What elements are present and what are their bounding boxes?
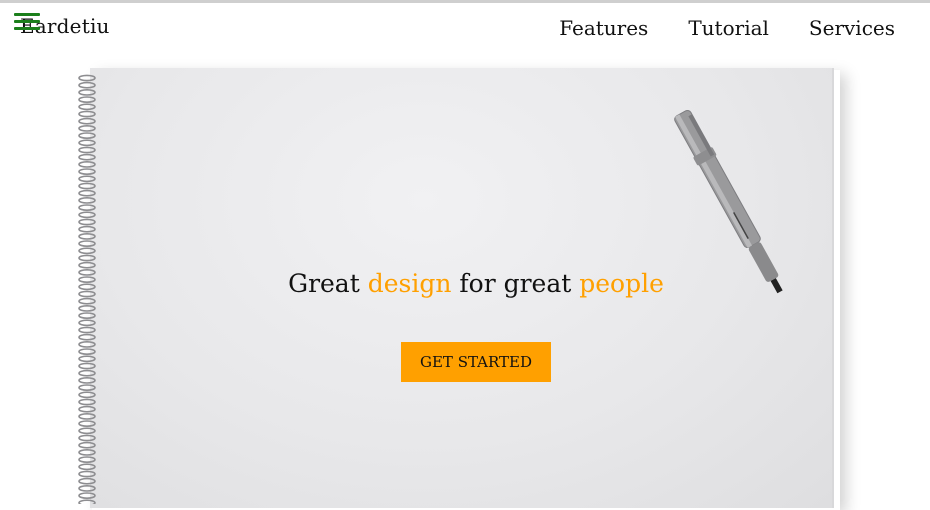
nav-links: Features Tutorial Services: [559, 16, 895, 40]
spiral-coil: [78, 117, 96, 125]
spiral-coil: [78, 204, 96, 211]
spiral-coil: [78, 232, 96, 240]
spiral-coil: [78, 74, 96, 82]
navbar: Eardetiu Features Tutorial Services: [0, 3, 930, 53]
spiral-coil: [78, 125, 96, 132]
spiral-coil: [78, 333, 96, 341]
spiral-coil: [78, 340, 96, 348]
get-started-button[interactable]: GET STARTED: [401, 342, 551, 382]
spiral-coil: [78, 420, 96, 427]
spiral-coil: [78, 247, 96, 255]
spiral-coil: [78, 240, 96, 247]
spiral-coil: [78, 297, 96, 305]
spiral-coil: [78, 261, 96, 269]
spiral-coil: [78, 412, 96, 420]
spiral-coil: [78, 218, 96, 226]
spiral-coil: [78, 405, 96, 413]
hero-title-part-1: Great: [288, 269, 368, 298]
spiral-coil: [78, 110, 96, 118]
spiral-coil: [78, 427, 96, 435]
hero-title: Great design for great people: [0, 269, 930, 298]
spiral-coil: [78, 254, 96, 262]
spiral-coil: [78, 103, 96, 111]
spiral-coil: [78, 492, 96, 499]
spiral-coil: [78, 153, 96, 161]
nav-link-features[interactable]: Features: [559, 16, 648, 40]
spiral-coil: [78, 81, 96, 89]
spiral-coil: [78, 456, 96, 463]
spiral-coil: [78, 225, 96, 233]
hamburger-icon[interactable]: [14, 13, 40, 35]
spiral-coil: [78, 398, 96, 406]
nav-link-tutorial[interactable]: Tutorial: [688, 16, 769, 40]
spiral-coil: [78, 348, 96, 355]
spiral-coil: [78, 484, 96, 492]
spiral-coil: [78, 132, 96, 139]
spiral-coil: [78, 88, 96, 96]
spiral-coil: [78, 139, 96, 147]
spiral-coil: [78, 391, 96, 399]
hero-title-part-3: for great: [451, 269, 580, 298]
spiral-coil: [78, 161, 96, 168]
spiral-coil: [78, 146, 96, 154]
spiral-coil: [78, 96, 96, 103]
spiral-coil: [78, 463, 96, 471]
spiral-coil: [78, 312, 96, 319]
spiral-coil: [78, 189, 96, 197]
spiral-coil: [78, 304, 96, 312]
spiral-coil: [78, 477, 96, 485]
spiral-coil: [78, 369, 96, 377]
spiral-coil: [78, 175, 96, 183]
spiral-coil: [78, 441, 96, 449]
spiral-coil: [78, 182, 96, 190]
spiral-coil: [78, 448, 96, 456]
hero-title-accent-design: design: [367, 269, 452, 298]
spiral-coil: [78, 362, 96, 370]
spiral-coil: [78, 319, 96, 327]
spiral-coil: [78, 326, 96, 334]
hero-title-accent-people: people: [579, 269, 664, 298]
spiral-coil: [78, 434, 96, 442]
spiral-coil: [78, 355, 96, 363]
nav-link-services[interactable]: Services: [809, 16, 895, 40]
spiral-coil: [78, 168, 96, 175]
spiral-coil: [78, 470, 96, 478]
spiral-coil: [78, 499, 96, 504]
spiral-coil: [78, 197, 96, 204]
spiral-coil: [78, 211, 96, 219]
spiral-coil: [78, 384, 96, 391]
spiral-coil: [78, 376, 96, 384]
